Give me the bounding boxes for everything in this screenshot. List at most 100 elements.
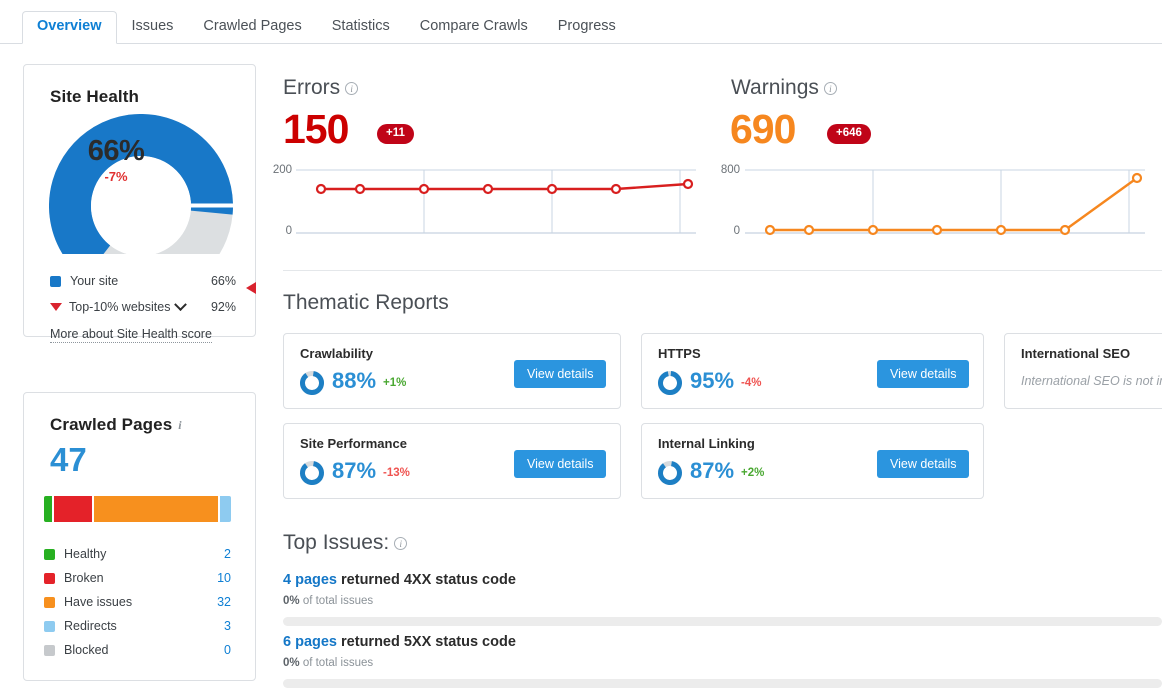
issue-sub-rest-4xx: of total issues — [299, 595, 374, 607]
chevron-down-icon[interactable] — [174, 297, 188, 311]
internal-linking-pct: 87% — [690, 458, 735, 483]
healthy-color-swatch — [44, 548, 55, 560]
have-issues-value[interactable]: 32 — [217, 595, 231, 609]
redirects-color-swatch — [44, 620, 55, 632]
blocked-value[interactable]: 0 — [224, 643, 231, 657]
errors-chart — [296, 168, 696, 243]
https-pct: 95% — [690, 368, 735, 393]
top10-value: 92% — [210, 300, 236, 314]
tab-statistics[interactable]: Statistics — [317, 11, 405, 43]
issue-text-5xx: returned 5XX status code — [337, 634, 516, 650]
international-seo-title: International SEO — [1021, 346, 1131, 361]
blocked-label: Blocked — [64, 643, 109, 657]
crawled-legend-healthy: Healthy 2 — [44, 542, 231, 566]
thematic-card-site-performance: Site Performance 87% -13% View details — [283, 423, 621, 499]
redirects-value[interactable]: 3 — [224, 619, 231, 633]
issue-title-4xx[interactable]: 4 pages returned 4XX status code — [283, 572, 516, 588]
crawlability-view-details-button[interactable]: View details — [514, 360, 607, 388]
warnings-chart — [745, 168, 1145, 243]
top-issues-info-icon[interactable]: i — [394, 537, 408, 550]
tab-bar: Overview Issues Crawled Pages Statistics… — [0, 0, 1162, 44]
your-site-color-swatch — [50, 275, 61, 287]
warnings-ytick-top: 800 — [720, 164, 740, 176]
https-delta: -4% — [741, 377, 762, 389]
site-performance-title: Site Performance — [300, 436, 407, 451]
thematic-card-internal-linking: Internal Linking 87% +2% View details — [641, 423, 984, 499]
https-view-details-button[interactable]: View details — [877, 360, 970, 388]
more-about-site-health-link[interactable]: More about Site Health score — [50, 327, 212, 343]
international-seo-note: International SEO is not imp — [1021, 374, 1162, 388]
crawlability-donut — [299, 370, 325, 401]
redirects-label: Redirects — [64, 619, 117, 633]
healthy-label: Healthy — [64, 547, 107, 561]
tab-overview[interactable]: Overview — [22, 11, 117, 44]
tab-compare-crawls[interactable]: Compare Crawls — [405, 11, 543, 43]
site-performance-delta: -13% — [383, 467, 410, 479]
healthy-value[interactable]: 2 — [224, 547, 231, 561]
site-performance-donut — [299, 460, 325, 491]
internal-linking-title: Internal Linking — [658, 436, 755, 451]
crawled-pages-total: 47 — [50, 441, 87, 478]
issue-sub-5xx: 0% of total issues — [283, 657, 373, 669]
errors-info-icon[interactable]: i — [345, 82, 359, 95]
errors-title: Errors i — [283, 76, 359, 100]
issue-progress-bar-4xx — [283, 617, 1162, 626]
errors-value: 150 — [283, 106, 349, 152]
thematic-card-crawlability: Crawlability 88% +1% View details — [283, 333, 621, 409]
tab-progress[interactable]: Progress — [543, 11, 631, 43]
crawlability-delta: +1% — [383, 377, 407, 389]
tab-list: Overview Issues Crawled Pages Statistics… — [22, 11, 631, 44]
top10-triangle-icon — [50, 303, 62, 311]
crawled-pages-stacked-bar — [44, 496, 231, 522]
thematic-reports-heading: Thematic Reports — [283, 291, 449, 314]
warnings-chart-svg — [745, 169, 1145, 236]
site-performance-pct: 87% — [332, 458, 377, 483]
issue-count-4xx[interactable]: 4 pages — [283, 572, 337, 588]
have-issues-label: Have issues — [64, 595, 133, 609]
info-icon[interactable]: i — [178, 418, 181, 433]
thematic-card-https: HTTPS 95% -4% View details — [641, 333, 984, 409]
charts-divider — [283, 270, 1162, 271]
tab-issues[interactable]: Issues — [117, 11, 189, 43]
crawlability-pct: 88% — [332, 368, 377, 393]
internal-linking-donut — [657, 460, 683, 491]
site-performance-view-details-button[interactable]: View details — [514, 450, 607, 478]
broken-value[interactable]: 10 — [217, 571, 231, 585]
blocked-color-swatch — [44, 644, 55, 656]
crawled-pages-title: Crawled Pages i — [50, 415, 182, 434]
issue-pct-4xx: 0% — [283, 595, 300, 607]
errors-delta-badge: +11 — [377, 124, 414, 144]
warnings-info-icon[interactable]: i — [823, 82, 837, 95]
benchmark-marker-icon — [246, 281, 256, 299]
errors-chart-svg — [296, 169, 696, 234]
issue-sub-4xx: 0% of total issues — [283, 595, 373, 607]
issue-count-5xx[interactable]: 6 pages — [283, 634, 337, 650]
legend-row-your-site: Your site 66% — [50, 271, 236, 291]
issue-sub-rest-5xx: of total issues — [299, 657, 374, 669]
issue-text-4xx: returned 4XX status code — [337, 572, 516, 588]
crawled-legend-blocked: Blocked 0 — [44, 638, 231, 662]
crawled-legend-have-issues: Have issues 32 — [44, 590, 231, 614]
legend-row-top10[interactable]: Top-10% websites 92% — [50, 297, 236, 317]
https-donut — [657, 370, 683, 401]
issue-pct-5xx: 0% — [283, 657, 300, 669]
top10-label: Top-10% websites — [69, 300, 171, 314]
site-health-title: Site Health — [50, 87, 139, 106]
crawled-legend-broken: Broken 10 — [44, 566, 231, 590]
tab-crawled-pages[interactable]: Crawled Pages — [188, 11, 316, 43]
broken-label: Broken — [64, 571, 104, 585]
bar-segment-have-issues — [93, 496, 219, 522]
issue-progress-bar-5xx — [283, 679, 1162, 688]
errors-ytick-bottom: 0 — [285, 225, 292, 237]
site-health-delta: -7% — [104, 169, 128, 184]
warnings-title: Warnings i — [731, 76, 837, 100]
bar-segment-healthy — [44, 496, 52, 522]
issue-title-5xx[interactable]: 6 pages returned 5XX status code — [283, 634, 516, 650]
bar-segment-broken — [53, 496, 92, 522]
crawled-legend-redirects: Redirects 3 — [44, 614, 231, 638]
warnings-ytick-bottom: 0 — [733, 225, 740, 237]
broken-color-swatch — [44, 572, 55, 584]
internal-linking-view-details-button[interactable]: View details — [877, 450, 970, 478]
site-health-card: Site Health 66% -7% Your site 66% Top-10… — [23, 64, 256, 343]
tab-bar-underline — [0, 43, 1162, 44]
